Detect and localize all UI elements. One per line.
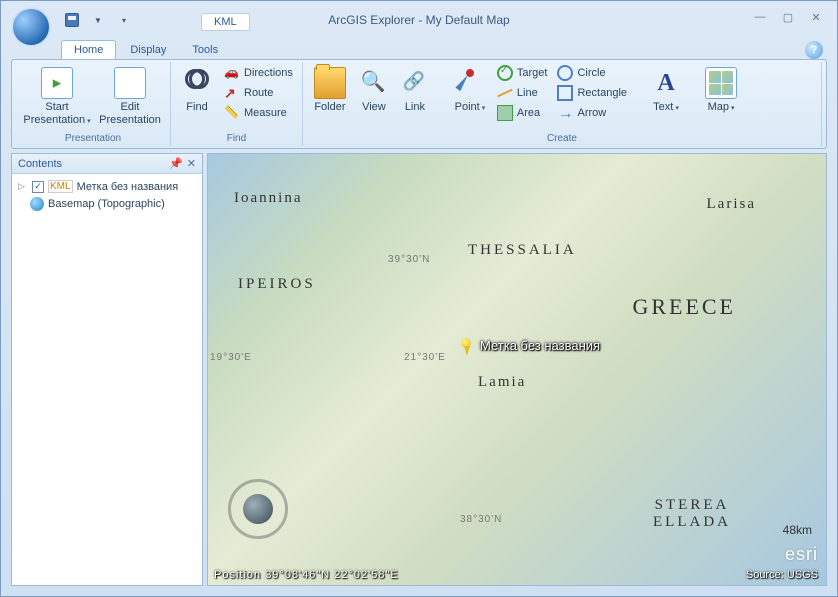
app-window: ▼ ▾ KML ArcGIS Explorer - My Default Map…	[0, 0, 838, 597]
esri-logo: esri	[785, 544, 818, 565]
content-area: Contents 📌 ✕ ▷ ✓ KML Метка без названия …	[11, 153, 827, 586]
map-viewport[interactable]: Ioannina Larisa THESSALIA IPEIROS GREECE…	[207, 153, 827, 586]
group-label: Create	[309, 131, 815, 146]
tree-item-label: Basemap (Topographic)	[48, 198, 165, 210]
tree-item-label: Метка без названия	[77, 181, 179, 193]
folder-button[interactable]: Folder	[309, 64, 351, 117]
minimize-button[interactable]: —	[749, 9, 771, 25]
close-button[interactable]: ✕	[805, 9, 827, 25]
titlebar: ▼ ▾ KML ArcGIS Explorer - My Default Map…	[11, 9, 827, 37]
map-button[interactable]: Map▾	[702, 64, 740, 117]
country-label: GREECE	[632, 294, 736, 320]
qat-customize[interactable]: ▾	[113, 9, 135, 31]
play-icon	[41, 67, 73, 99]
text-button[interactable]: A Text▾	[647, 64, 685, 117]
tree-item-basemap[interactable]: Basemap (Topographic)	[16, 195, 198, 213]
panel-header: Contents 📌 ✕	[12, 154, 202, 174]
route-button[interactable]: Route	[221, 84, 296, 102]
globe-icon	[30, 197, 44, 211]
tab-home[interactable]: Home	[61, 40, 116, 59]
text-icon: A	[650, 67, 682, 99]
expand-icon[interactable]: ▷	[18, 181, 28, 192]
start-presentation-button[interactable]: Start Presentation▾	[22, 64, 92, 130]
attribution: Source: USGS	[746, 569, 818, 581]
group-find: Find Directions Route Measure Find	[171, 62, 303, 146]
rectangle-icon	[557, 85, 573, 101]
route-icon	[224, 85, 240, 101]
region-label: STEREA ELLADA	[653, 497, 731, 531]
folder-icon	[314, 67, 346, 99]
link-icon	[399, 67, 431, 99]
group-create: Folder View Link Point▾ Target Line	[303, 62, 822, 146]
region-label: THESSALIA	[468, 242, 577, 259]
save-dropdown[interactable]: ▼	[87, 9, 109, 31]
arrow-icon	[557, 105, 573, 121]
point-button[interactable]: Point▾	[450, 64, 490, 117]
contents-panel: Contents 📌 ✕ ▷ ✓ KML Метка без названия …	[11, 153, 203, 586]
group-presentation: Start Presentation▾ Edit Presentation Pr…	[16, 62, 171, 146]
line-button[interactable]: Line	[494, 84, 551, 102]
edit-presentation-button[interactable]: Edit Presentation	[96, 64, 164, 130]
ruler-icon	[224, 105, 240, 121]
target-icon	[497, 65, 513, 81]
graticule-label: 21°30'E	[404, 352, 446, 363]
pushpin-label: Метка без названия	[480, 338, 600, 353]
directions-button[interactable]: Directions	[221, 64, 296, 82]
map-icon	[705, 67, 737, 99]
app-menu-button[interactable]	[11, 7, 51, 47]
view-button[interactable]: View	[355, 64, 393, 117]
graticule-label: 19°30'E	[210, 352, 252, 363]
save-button[interactable]	[61, 9, 83, 31]
target-button[interactable]: Target	[494, 64, 551, 82]
contents-tree: ▷ ✓ KML Метка без названия Basemap (Topo…	[12, 174, 202, 217]
group-label: Find	[177, 131, 296, 146]
pin-button[interactable]: 📌	[169, 157, 183, 170]
ribbon: Start Presentation▾ Edit Presentation Pr…	[11, 59, 827, 149]
magnifier-icon	[358, 67, 390, 99]
ribbon-tabs: Home Display Tools ?	[61, 37, 827, 59]
help-button[interactable]: ?	[805, 41, 823, 59]
graticule-label: 38°30'N	[460, 514, 502, 525]
pushpin-icon	[454, 67, 486, 99]
find-button[interactable]: Find	[177, 64, 217, 117]
city-label: Lamia	[478, 374, 526, 391]
arrow-button[interactable]: Arrow	[554, 104, 630, 122]
city-label: Larisa	[707, 196, 756, 213]
circle-icon	[557, 65, 573, 81]
edit-slides-icon	[114, 67, 146, 99]
navigation-widget[interactable]	[222, 479, 294, 551]
quick-access-toolbar: ▼ ▾	[61, 9, 135, 31]
maximize-button[interactable]: ▢	[777, 9, 799, 25]
tab-display[interactable]: Display	[118, 41, 178, 59]
tree-item-kml[interactable]: ▷ ✓ KML Метка без названия	[16, 178, 198, 195]
kml-context-tab[interactable]: KML	[201, 13, 250, 31]
group-label: Presentation	[22, 131, 164, 146]
window-title: ArcGIS Explorer - My Default Map	[328, 13, 509, 27]
map-pushpin[interactable]	[458, 338, 474, 358]
region-label: IPEIROS	[238, 276, 316, 293]
rectangle-button[interactable]: Rectangle	[554, 84, 630, 102]
scale-bar: 48km	[783, 523, 812, 537]
close-panel-button[interactable]: ✕	[187, 157, 196, 170]
link-button[interactable]: Link	[397, 64, 433, 117]
measure-button[interactable]: Measure	[221, 104, 296, 122]
car-icon	[224, 65, 240, 81]
panel-title: Contents	[18, 158, 62, 170]
binoculars-icon	[181, 67, 213, 99]
kml-icon: KML	[48, 180, 73, 193]
graticule-label: 39°30'N	[388, 254, 430, 265]
coordinate-readout: Position 39°08'46"N 22°02'58"E	[214, 569, 399, 581]
city-label: Ioannina	[234, 190, 302, 207]
tab-tools[interactable]: Tools	[180, 41, 230, 59]
circle-button[interactable]: Circle	[554, 64, 630, 82]
visibility-checkbox[interactable]: ✓	[32, 181, 44, 193]
